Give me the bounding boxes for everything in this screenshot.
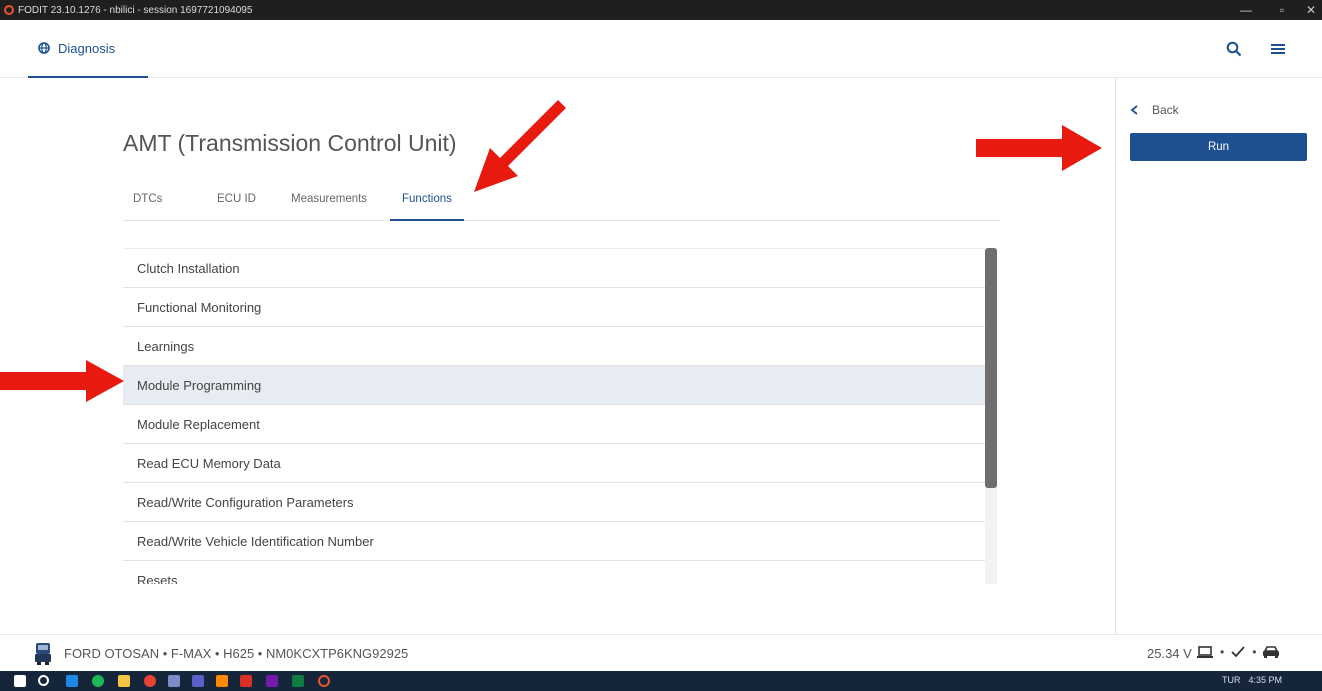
list-item-clutch-installation[interactable]: Clutch Installation: [123, 249, 985, 288]
list-scrollbar-thumb[interactable]: [985, 248, 997, 488]
search-icon[interactable]: [38, 675, 49, 686]
window-title: FODIT 23.10.1276 - nbilici - session 169…: [18, 4, 253, 16]
status-separator: •: [1220, 645, 1225, 659]
minimize-button[interactable]: —: [1228, 0, 1264, 20]
spotify-icon[interactable]: [92, 675, 104, 687]
list-item-read-write-configuration-parameters[interactable]: Read/Write Configuration Parameters: [123, 483, 985, 522]
status-bar: FORD OTOSAN • F-MAX • H625 • NM0KCXTP6KN…: [0, 634, 1322, 671]
list-item-read-ecu-memory-data[interactable]: Read ECU Memory Data: [123, 444, 985, 483]
annotation-arrow-functions: [474, 100, 566, 192]
teams-icon[interactable]: [192, 675, 204, 687]
outlook-icon[interactable]: [66, 675, 78, 687]
fodit-app-icon: [4, 5, 14, 15]
run-button[interactable]: Run: [1130, 133, 1307, 161]
vehicle-info: FORD OTOSAN • F-MAX • H625 • NM0KCXTP6KN…: [64, 646, 409, 661]
checkmark-icon: [1231, 646, 1245, 658]
windows-start-icon[interactable]: [14, 675, 26, 687]
back-button[interactable]: Back: [1130, 103, 1179, 117]
tab-ecu-id[interactable]: ECU ID: [217, 193, 256, 221]
list-item-learnings[interactable]: Learnings: [123, 327, 985, 366]
hamburger-menu-icon: [1271, 44, 1285, 54]
action-panel: Back Run: [1115, 78, 1322, 634]
search-button[interactable]: [1223, 38, 1245, 60]
status-separator: •: [1252, 645, 1257, 659]
search-icon: [1226, 41, 1242, 57]
clock[interactable]: 4:35 PM: [1248, 675, 1282, 685]
annotation-arrow-run: [976, 125, 1102, 171]
list-item-module-replacement[interactable]: Module Replacement: [123, 405, 985, 444]
functions-list: Clutch Installation Functional Monitorin…: [123, 248, 985, 584]
tab-dtcs[interactable]: DTCs: [133, 193, 162, 221]
system-tray: TUR 4:35 PM: [1222, 675, 1282, 685]
tab-measurements[interactable]: Measurements: [291, 193, 367, 221]
nav-diagnosis-label: Diagnosis: [58, 40, 116, 56]
acrobat-icon[interactable]: [240, 675, 252, 687]
window-title-bar: FODIT 23.10.1276 - nbilici - session 169…: [0, 0, 1322, 20]
file-explorer-icon[interactable]: [118, 675, 130, 687]
language-indicator[interactable]: TUR: [1222, 675, 1241, 685]
app-header: Diagnosis: [0, 20, 1322, 78]
truck-icon: [35, 643, 51, 665]
list-item-functional-monitoring[interactable]: Functional Monitoring: [123, 288, 985, 327]
list-item-module-programming[interactable]: Module Programming: [123, 366, 985, 405]
excel-icon[interactable]: [292, 675, 304, 687]
globe-icon: [38, 42, 50, 54]
close-button[interactable]: ✕: [1293, 0, 1322, 20]
menu-button[interactable]: [1267, 38, 1289, 60]
os-taskbar: TUR 4:35 PM: [0, 671, 1322, 691]
list-scrollbar[interactable]: [985, 248, 997, 584]
chrome-icon[interactable]: [144, 675, 156, 687]
car-icon: [1263, 646, 1280, 658]
tab-functions[interactable]: Functions: [390, 193, 464, 221]
list-item-read-write-vin[interactable]: Read/Write Vehicle Identification Number: [123, 522, 985, 561]
page-title: AMT (Transmission Control Unit): [123, 130, 457, 156]
nav-diagnosis[interactable]: Diagnosis: [28, 20, 148, 78]
app-icon[interactable]: [168, 675, 180, 687]
fodit-taskbar-icon[interactable]: [318, 675, 330, 687]
onenote-icon[interactable]: [266, 675, 278, 687]
list-item-resets[interactable]: Resets: [123, 561, 985, 585]
back-label: Back: [1152, 103, 1179, 117]
annotation-arrow-module-programming: [0, 360, 124, 402]
battery-voltage: 25.34 V: [1147, 646, 1192, 661]
app-icon[interactable]: [216, 675, 228, 687]
chevron-left-icon: [1130, 105, 1138, 115]
connection-status: • •: [1196, 645, 1280, 659]
laptop-icon: [1197, 646, 1213, 658]
